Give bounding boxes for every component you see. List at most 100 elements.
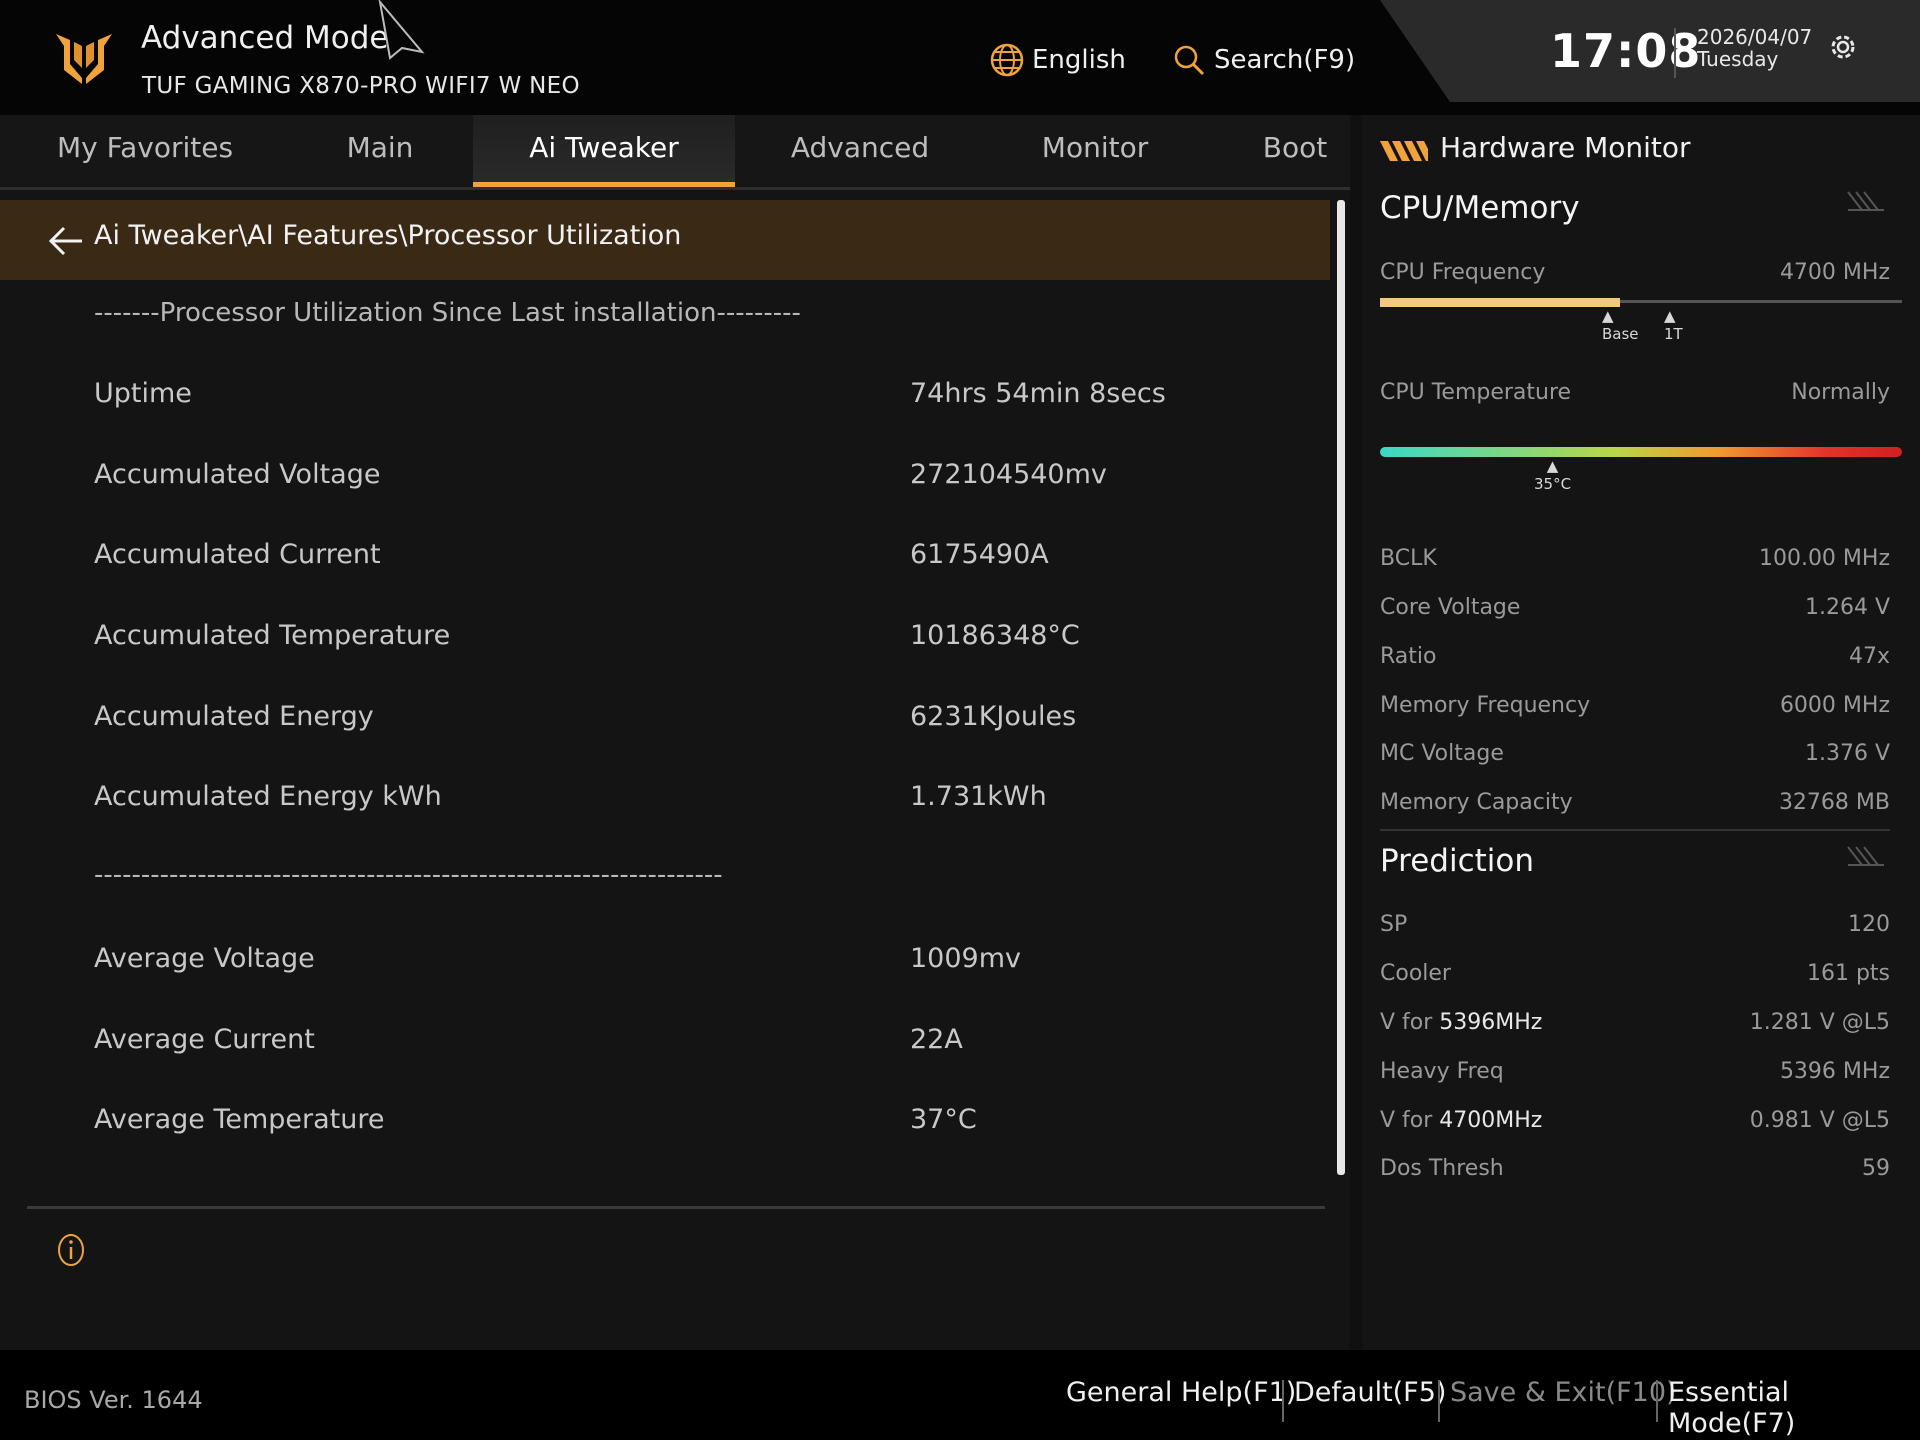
row-value: 1.731kWh bbox=[910, 781, 1047, 812]
prediction-label: V for 5396MHz bbox=[1380, 1010, 1542, 1035]
stat-label: Core Voltage bbox=[1380, 595, 1521, 620]
tuf-logo-icon bbox=[56, 34, 112, 84]
prediction-value: 59 bbox=[1862, 1156, 1890, 1181]
stat-label: Memory Capacity bbox=[1380, 790, 1573, 815]
freq-marker-base-label: Base bbox=[1602, 325, 1639, 343]
prediction-row-v-for-4700: V for 4700MHz 0.981 V @L5 bbox=[1380, 1104, 1890, 1138]
tab-monitor[interactable]: Monitor bbox=[1010, 115, 1180, 187]
default-button[interactable]: Default(F5) bbox=[1294, 1377, 1446, 1408]
prediction-label-prefix: V for bbox=[1380, 1108, 1440, 1133]
save-exit-button[interactable]: Save & Exit(F10) bbox=[1450, 1377, 1677, 1408]
info-icon bbox=[58, 1234, 84, 1266]
row-label: Average Temperature bbox=[94, 1104, 385, 1135]
row-value: 74hrs 54min 8secs bbox=[910, 378, 1166, 409]
prediction-row-cooler: Cooler 161 pts bbox=[1380, 957, 1890, 991]
footer-bar: BIOS Ver. 1644 General Help(F1) Default(… bbox=[0, 1350, 1920, 1440]
freq-marker-base: ▲ Base bbox=[1602, 307, 1639, 343]
globe-icon bbox=[990, 43, 1024, 77]
prediction-value: 5396 MHz bbox=[1779, 1059, 1890, 1084]
stat-label: BCLK bbox=[1380, 546, 1437, 571]
row-label: Uptime bbox=[94, 378, 192, 409]
row-value: 272104540mv bbox=[910, 459, 1107, 490]
search-button[interactable]: Search(F9) bbox=[1172, 40, 1355, 80]
hardware-monitor-panel: Hardware Monitor CPU/Memory CPU Frequenc… bbox=[1362, 115, 1920, 1350]
info-row-accumulated-temperature[interactable]: Accumulated Temperature 10186348°C bbox=[94, 608, 1294, 668]
tab-my-favorites[interactable]: My Favorites bbox=[40, 115, 250, 187]
stat-value: 1.264 V bbox=[1804, 595, 1890, 620]
row-label: Accumulated Voltage bbox=[94, 459, 381, 490]
freq-marker-1t: ▲ 1T bbox=[1664, 307, 1683, 343]
tab-advanced[interactable]: Advanced bbox=[770, 115, 950, 187]
top-header: Advanced Mode TUF GAMING X870-PRO WIFI7 … bbox=[0, 0, 1920, 115]
weekday-text: Tuesday bbox=[1697, 47, 1779, 71]
prediction-row-dos-thresh: Dos Thresh 59 bbox=[1380, 1152, 1890, 1186]
prediction-section-title: Prediction bbox=[1380, 843, 1535, 879]
row-label: Accumulated Temperature bbox=[94, 620, 451, 651]
info-row-average-voltage[interactable]: Average Voltage 1009mv bbox=[94, 931, 1294, 991]
board-name: TUF GAMING X870-PRO WIFI7 W NEO bbox=[142, 73, 580, 99]
language-label: English bbox=[1032, 45, 1126, 75]
hardware-monitor-icon bbox=[1380, 141, 1428, 161]
info-row-accumulated-current[interactable]: Accumulated Current 6175490A bbox=[94, 527, 1294, 587]
info-row-accumulated-voltage[interactable]: Accumulated Voltage 272104540mv bbox=[94, 447, 1294, 507]
row-value: 6231KJoules bbox=[910, 701, 1077, 732]
prediction-value: 161 pts bbox=[1806, 961, 1890, 986]
section-header: -------Processor Utilization Since Last … bbox=[94, 298, 801, 328]
prediction-label: SP bbox=[1380, 912, 1408, 937]
scrollbar[interactable] bbox=[1337, 200, 1345, 1175]
help-divider bbox=[27, 1206, 1325, 1209]
temp-marker: ▲ 35°C bbox=[1534, 457, 1572, 493]
tab-boot[interactable]: Boot bbox=[1240, 115, 1350, 187]
stat-value: 1.376 V bbox=[1804, 741, 1890, 766]
row-value: 6175490A bbox=[910, 539, 1049, 570]
stat-value: 32768 MB bbox=[1778, 790, 1890, 815]
cpu-frequency-bar bbox=[1380, 298, 1620, 307]
date-display: 2026/04/07 Tuesday bbox=[1697, 26, 1812, 70]
cpu-temperature-row: CPU Temperature Normally bbox=[1380, 376, 1890, 410]
stat-row-mc-voltage: MC Voltage 1.376 V bbox=[1380, 737, 1890, 771]
tab-main[interactable]: Main bbox=[300, 115, 460, 187]
row-label: Accumulated Energy bbox=[94, 701, 374, 732]
prediction-value: 0.981 V @L5 bbox=[1749, 1108, 1890, 1133]
breadcrumb-bar: Ai Tweaker\AI Features\Processor Utiliza… bbox=[0, 200, 1330, 280]
stat-row-memory-capacity: Memory Capacity 32768 MB bbox=[1380, 786, 1890, 820]
essential-mode-button[interactable]: Essential Mode(F7) bbox=[1668, 1377, 1920, 1439]
info-row-accumulated-energy[interactable]: Accumulated Energy 6231KJoules bbox=[94, 689, 1294, 749]
info-row-accumulated-energy-kwh[interactable]: Accumulated Energy kWh 1.731kWh bbox=[94, 769, 1294, 829]
freq-marker-1t-label: 1T bbox=[1664, 325, 1683, 343]
temp-marker-label: 35°C bbox=[1534, 475, 1572, 493]
prediction-value: 120 bbox=[1848, 912, 1890, 937]
cpu-temperature-gauge bbox=[1380, 447, 1902, 457]
row-label: Average Current bbox=[94, 1024, 315, 1055]
info-row-uptime[interactable]: Uptime 74hrs 54min 8secs bbox=[94, 366, 1294, 426]
stat-value: 100.00 MHz bbox=[1758, 546, 1890, 571]
hardware-monitor-title: Hardware Monitor bbox=[1440, 131, 1691, 164]
info-row-average-current[interactable]: Average Current 22A bbox=[94, 1012, 1294, 1072]
back-arrow-icon[interactable] bbox=[48, 226, 84, 256]
prediction-row-heavy-freq: Heavy Freq 5396 MHz bbox=[1380, 1055, 1890, 1089]
info-row-average-temperature[interactable]: Average Temperature 37°C bbox=[94, 1092, 1294, 1152]
main-tab-bar: My Favorites Main Ai Tweaker Advanced Mo… bbox=[0, 115, 1350, 190]
language-button[interactable]: English bbox=[990, 40, 1126, 80]
stat-label: Ratio bbox=[1380, 644, 1437, 669]
gear-icon[interactable] bbox=[1826, 30, 1860, 64]
footer-separator bbox=[1438, 1380, 1440, 1422]
clock-time: 17:08 bbox=[1550, 24, 1702, 78]
cpu-frequency-value: 4700 MHz bbox=[1779, 260, 1890, 285]
cpu-temperature-value: Normally bbox=[1791, 380, 1890, 405]
general-help-button[interactable]: General Help(F1) bbox=[1066, 1377, 1296, 1408]
row-value: 1009mv bbox=[910, 943, 1021, 974]
search-label: Search(F9) bbox=[1214, 45, 1356, 75]
main-panel: Ai Tweaker\AI Features\Processor Utiliza… bbox=[0, 190, 1350, 1350]
row-value: 22A bbox=[910, 1024, 963, 1055]
separator-line: ----------------------------------------… bbox=[94, 860, 723, 890]
row-label: Accumulated Current bbox=[94, 539, 381, 570]
prediction-label: V for 4700MHz bbox=[1380, 1108, 1542, 1133]
cpu-frequency-row: CPU Frequency 4700 MHz bbox=[1380, 256, 1890, 290]
tab-ai-tweaker[interactable]: Ai Tweaker bbox=[473, 115, 735, 187]
stat-row-ratio: Ratio 47x bbox=[1380, 640, 1890, 674]
section-stripes-icon bbox=[1847, 846, 1884, 866]
search-icon bbox=[1174, 45, 1205, 76]
prediction-value: 1.281 V @L5 bbox=[1749, 1010, 1890, 1035]
footer-separator bbox=[1282, 1380, 1284, 1422]
